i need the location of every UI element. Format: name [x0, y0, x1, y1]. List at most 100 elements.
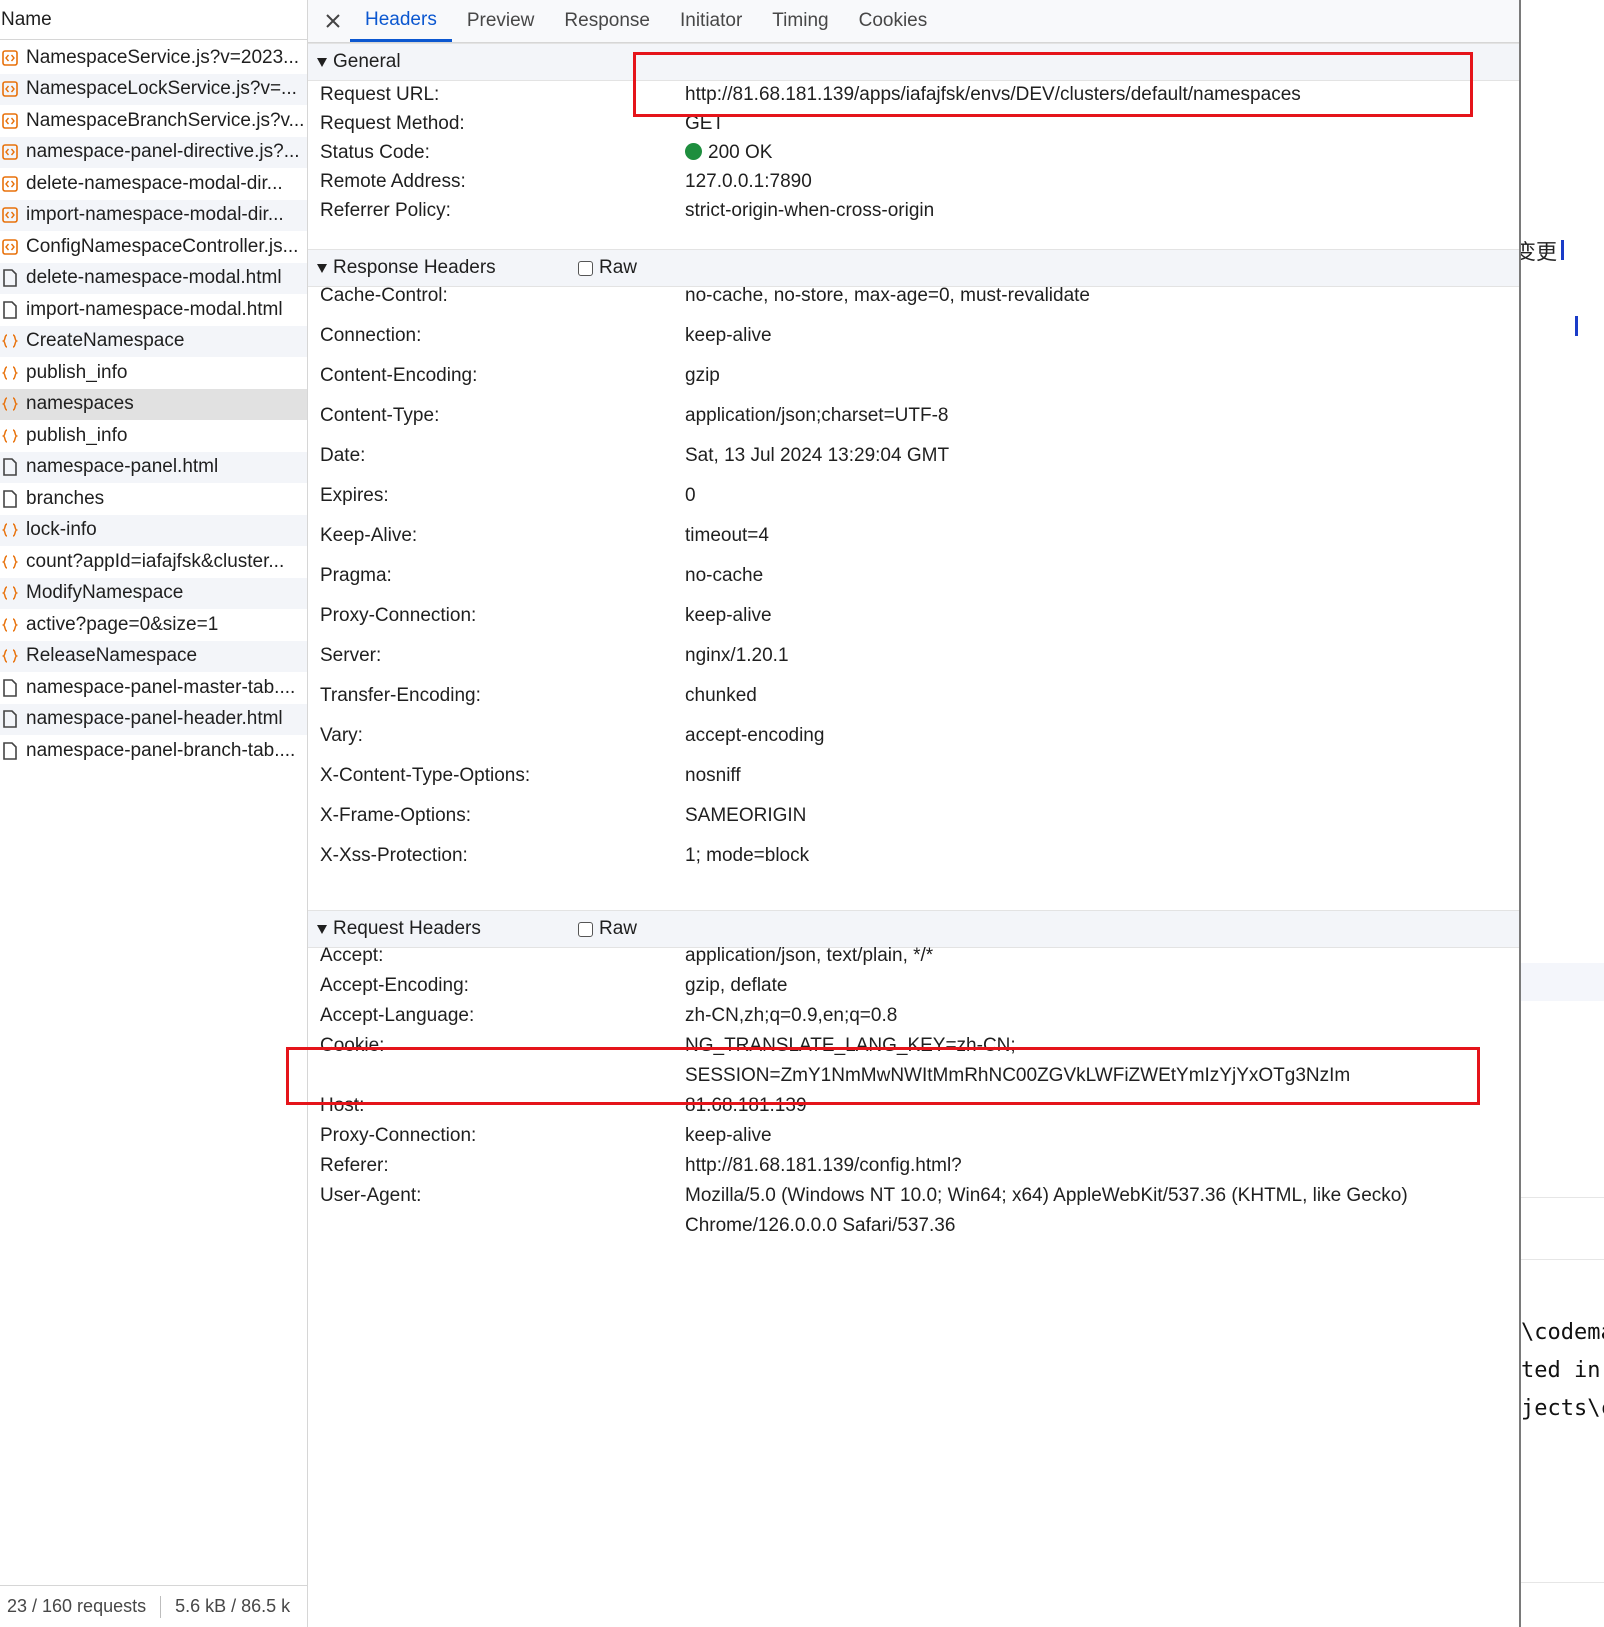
document-icon [2, 710, 18, 729]
header-key: Server: [320, 645, 382, 666]
header-value[interactable]: 1; mode=block [685, 845, 809, 867]
tab-timing[interactable]: Timing [757, 0, 843, 42]
header-key: Referrer Policy: [320, 200, 451, 221]
header-value[interactable]: 200 OK [685, 142, 772, 164]
header-key: Content-Encoding: [320, 365, 478, 386]
header-key: X-Xss-Protection: [320, 845, 468, 866]
request-headers-section-header[interactable]: Request Headers Raw [308, 910, 1519, 948]
header-value[interactable]: nosniff [685, 765, 741, 787]
tab-preview[interactable]: Preview [452, 0, 550, 42]
header-value[interactable]: Sat, 13 Jul 2024 13:29:04 GMT [685, 445, 949, 467]
request-row[interactable]: NamespaceLockService.js?v=... [0, 73, 307, 105]
header-value[interactable]: Chrome/126.0.0.0 Safari/537.36 [685, 1215, 955, 1237]
fetch-braces-icon [2, 395, 18, 413]
tab-cookies[interactable]: Cookies [844, 0, 943, 42]
tab-initiator[interactable]: Initiator [665, 0, 757, 42]
header-key: Date: [320, 445, 366, 466]
header-value[interactable]: application/json;charset=UTF-8 [685, 405, 949, 427]
request-row[interactable]: publish_info [0, 357, 307, 389]
request-row[interactable]: namespace-panel-master-tab.... [0, 672, 307, 704]
response-headers-section-header[interactable]: Response Headers Raw [308, 249, 1519, 287]
request-row[interactable]: lock-info [0, 514, 307, 546]
name-column-header[interactable]: Name [0, 0, 307, 40]
response-raw-toggle[interactable]: Raw [578, 257, 637, 279]
divider [1521, 1582, 1604, 1583]
request-row[interactable]: delete-namespace-modal.html [0, 262, 307, 294]
header-value[interactable]: no-cache, no-store, max-age=0, must-reva… [685, 285, 1090, 307]
raw-checkbox[interactable] [578, 260, 593, 276]
raw-checkbox[interactable] [578, 921, 593, 937]
header-value[interactable]: Mozilla/5.0 (Windows NT 10.0; Win64; x64… [685, 1185, 1408, 1207]
header-value[interactable]: keep-alive [685, 605, 772, 627]
header-value[interactable]: keep-alive [685, 325, 772, 347]
header-key: Vary: [320, 725, 363, 746]
header-key: Keep-Alive: [320, 525, 418, 546]
header-value-text: gzip, deflate [685, 975, 788, 996]
header-value[interactable]: application/json, text/plain, */* [685, 945, 933, 967]
request-name: namespace-panel-master-tab.... [26, 676, 296, 698]
request-row[interactable]: CreateNamespace [0, 325, 307, 357]
request-name: import-namespace-modal.html [26, 298, 283, 320]
request-list: NamespaceService.js?v=2023... NamespaceLo… [0, 42, 307, 767]
background-code-line: jects\c [1521, 1396, 1604, 1421]
header-value[interactable]: 0 [685, 485, 696, 507]
request-row[interactable]: count?appId=iafajfsk&cluster... [0, 546, 307, 578]
request-row[interactable]: namespace-panel.html [0, 451, 307, 483]
text-cursor [1575, 316, 1578, 336]
request-raw-toggle[interactable]: Raw [578, 918, 637, 940]
header-value[interactable]: accept-encoding [685, 725, 824, 747]
header-value[interactable]: no-cache [685, 565, 763, 587]
fetch-braces-icon [2, 584, 18, 602]
request-row[interactable]: NamespaceBranchService.js?v... [0, 105, 307, 137]
request-row[interactable]: ReleaseNamespace [0, 640, 307, 672]
request-count: 23 / 160 requests [7, 1596, 147, 1616]
request-row[interactable]: import-namespace-modal-dir... [0, 199, 307, 231]
header-key: User-Agent: [320, 1185, 422, 1206]
request-name: namespace-panel-branch-tab.... [26, 739, 296, 761]
request-row[interactable]: branches [0, 483, 307, 515]
request-row[interactable]: namespace-panel-directive.js?... [0, 136, 307, 168]
script-file-icon [2, 112, 18, 130]
header-value-text: 127.0.0.1:7890 [685, 171, 812, 192]
request-row[interactable]: ConfigNamespaceController.js... [0, 231, 307, 263]
request-name: namespaces [26, 393, 134, 415]
header-key: Status Code: [320, 142, 430, 163]
header-value[interactable]: strict-origin-when-cross-origin [685, 200, 934, 222]
request-row[interactable]: namespaces [0, 388, 307, 420]
header-key: Accept-Encoding: [320, 975, 469, 996]
request-row[interactable]: active?page=0&size=1 [0, 609, 307, 641]
header-value[interactable]: chunked [685, 685, 757, 707]
request-row[interactable]: import-namespace-modal.html [0, 294, 307, 326]
header-value-text: nginx/1.20.1 [685, 645, 789, 666]
header-value[interactable]: SAMEORIGIN [685, 805, 806, 827]
request-row[interactable]: namespace-panel-branch-tab.... [0, 735, 307, 767]
header-value[interactable]: zh-CN,zh;q=0.9,en;q=0.8 [685, 1005, 897, 1027]
divider [160, 1595, 162, 1618]
request-name: delete-namespace-modal-dir... [26, 172, 283, 194]
close-details-button[interactable] [316, 0, 350, 42]
header-value[interactable]: nginx/1.20.1 [685, 645, 789, 667]
request-row[interactable]: publish_info [0, 420, 307, 452]
request-row[interactable]: NamespaceService.js?v=2023... [0, 42, 307, 74]
details-tab-bar: Headers Preview Response Initiator Timin… [308, 0, 1519, 43]
request-row[interactable]: ModifyNamespace [0, 577, 307, 609]
header-value-text: accept-encoding [685, 725, 825, 746]
expand-triangle-icon [317, 924, 327, 934]
tab-response[interactable]: Response [549, 0, 665, 42]
request-name: NamespaceLockService.js?v=... [26, 78, 297, 100]
tab-headers[interactable]: Headers [350, 0, 452, 42]
request-name: ConfigNamespaceController.js... [26, 235, 299, 257]
request-row[interactable]: delete-namespace-modal-dir... [0, 168, 307, 200]
transferred-size: 5.6 kB / 86.5 k [175, 1596, 291, 1616]
header-value[interactable]: timeout=4 [685, 525, 769, 547]
header-value[interactable]: http://81.68.181.139/config.html? [685, 1155, 962, 1177]
request-name: lock-info [26, 519, 97, 541]
request-row[interactable]: namespace-panel-header.html [0, 703, 307, 735]
background-code-line: \codema [1521, 1320, 1604, 1345]
header-value[interactable]: gzip, deflate [685, 975, 787, 997]
header-value[interactable]: 127.0.0.1:7890 [685, 171, 812, 193]
header-key: Connection: [320, 325, 422, 346]
header-value[interactable]: gzip [685, 365, 720, 387]
header-key: Referer: [320, 1155, 389, 1176]
header-value[interactable]: keep-alive [685, 1125, 772, 1147]
